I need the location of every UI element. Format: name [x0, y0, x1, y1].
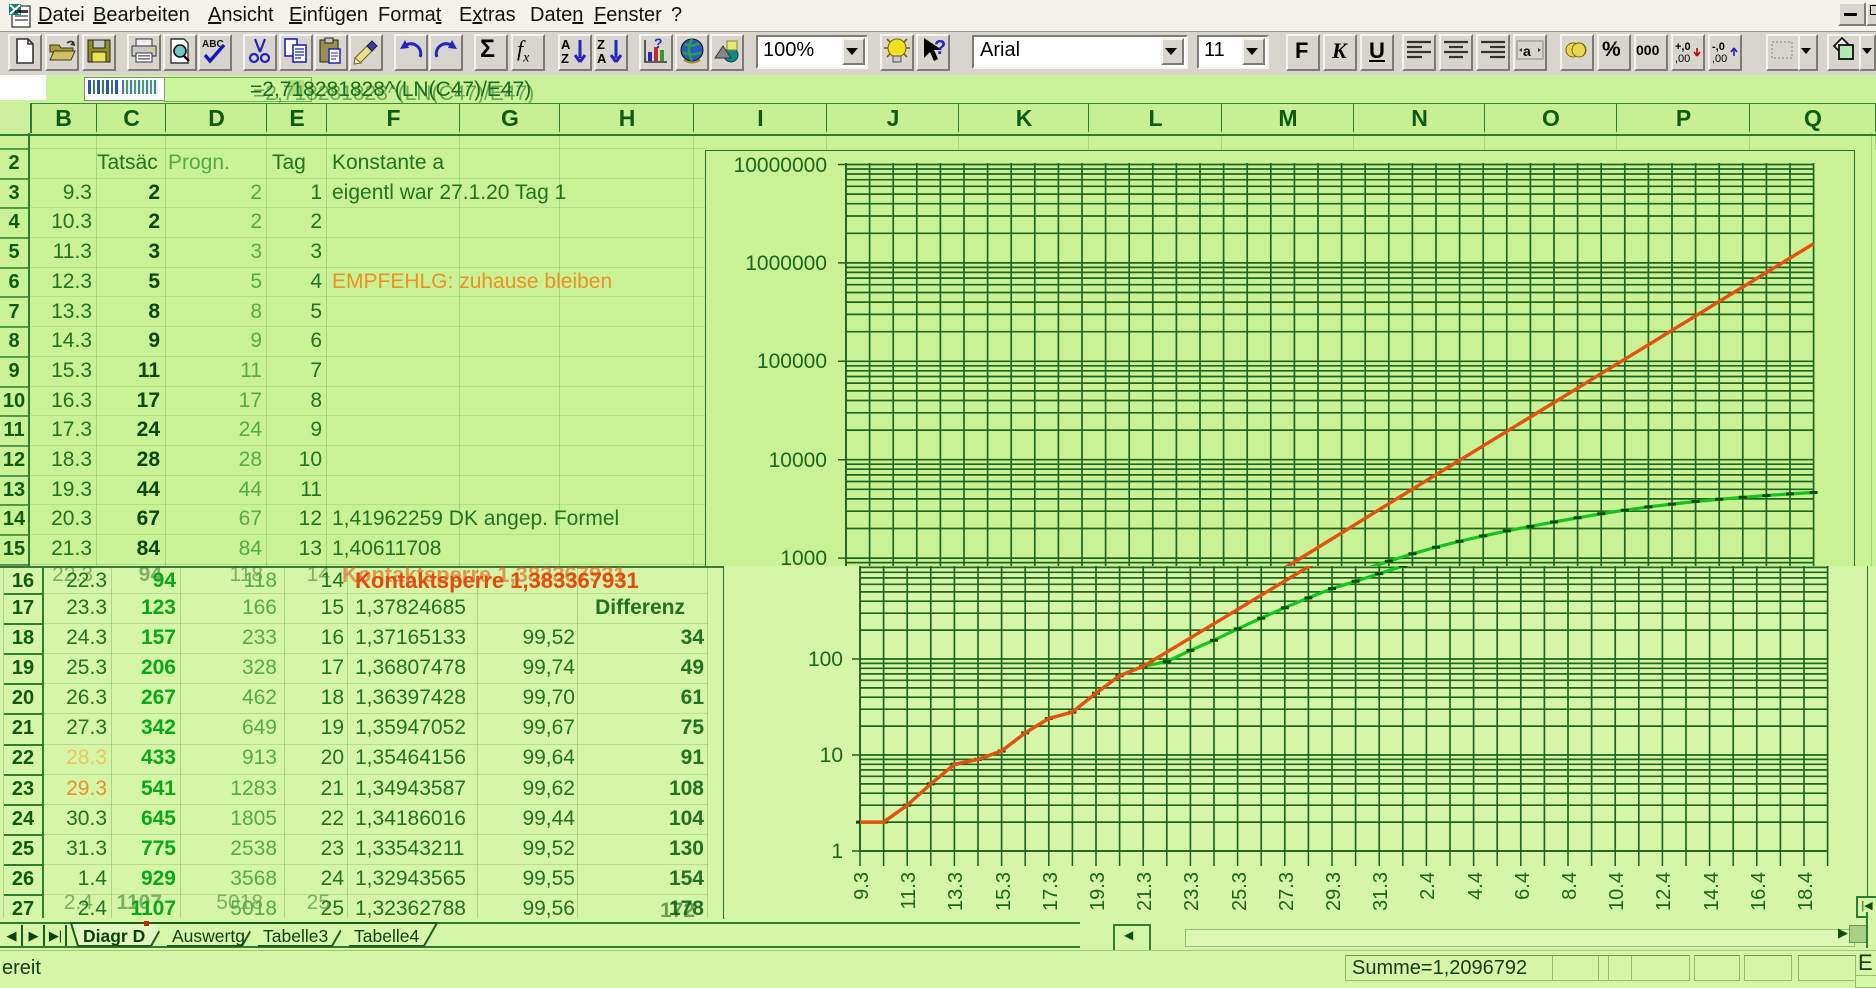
svg-text:Z: Z [561, 51, 569, 66]
svg-text:14.4: 14.4 [1701, 872, 1723, 911]
svg-text:?: ? [934, 37, 946, 59]
svg-text:31.3: 31.3 [1370, 872, 1392, 911]
svg-text:1000000: 1000000 [745, 252, 827, 275]
svg-text:16.4: 16.4 [1748, 872, 1770, 911]
svg-text:29.3: 29.3 [1323, 872, 1345, 911]
svg-text:25.3: 25.3 [1229, 872, 1251, 911]
svg-text:18.4: 18.4 [1795, 872, 1817, 911]
svg-text:19.3: 19.3 [1087, 872, 1109, 911]
svg-text:10.4: 10.4 [1606, 872, 1628, 911]
svg-text:a: a [1523, 43, 1531, 59]
svg-text:10: 10 [820, 744, 843, 767]
svg-text:A: A [597, 51, 607, 66]
svg-text:4.4: 4.4 [1465, 872, 1487, 900]
svg-text:100: 100 [808, 648, 843, 671]
svg-text:A: A [561, 37, 571, 52]
svg-text:17.3: 17.3 [1040, 872, 1062, 911]
svg-text:9.3: 9.3 [851, 872, 873, 900]
svg-text:+,0: +,0 [1675, 41, 1691, 53]
svg-text:27.3: 27.3 [1276, 872, 1298, 911]
svg-text:11.3: 11.3 [898, 872, 920, 909]
svg-text:2.4: 2.4 [1417, 872, 1439, 900]
svg-text:,00: ,00 [1712, 53, 1727, 65]
svg-text:1: 1 [831, 840, 843, 863]
svg-text:,00: ,00 [1675, 53, 1690, 65]
svg-text:10000000: 10000000 [734, 154, 827, 177]
svg-text:100000: 100000 [757, 350, 827, 373]
svg-text:10000: 10000 [769, 449, 827, 472]
svg-text:13.3: 13.3 [945, 872, 967, 911]
svg-text:23.3: 23.3 [1181, 872, 1203, 911]
svg-text:15.3: 15.3 [993, 872, 1015, 911]
svg-text:12.4: 12.4 [1653, 872, 1675, 911]
svg-text:-,0: -,0 [1712, 41, 1725, 53]
svg-text:21.3: 21.3 [1134, 872, 1156, 911]
svg-text:Z: Z [597, 37, 605, 52]
svg-text:1000: 1000 [780, 547, 827, 566]
svg-text:?: ? [654, 36, 663, 51]
svg-text:6.4: 6.4 [1512, 872, 1534, 900]
svg-text:8.4: 8.4 [1559, 872, 1581, 900]
